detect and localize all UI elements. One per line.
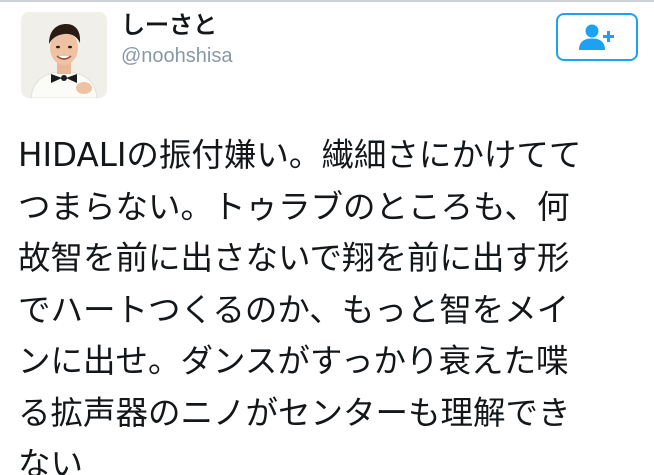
tweet-line: る拡声器のニノがセンターも理解でき <box>18 393 571 432</box>
avatar-image <box>21 12 107 98</box>
tweet-text: HIDALIの振付嫌い。繊細さにかけてて つまらない。トゥラブのところも、何 故… <box>18 130 638 475</box>
follow-button[interactable] <box>556 13 638 61</box>
tweet-line: つまらない。トゥラブのところも、何 <box>18 187 570 226</box>
avatar[interactable] <box>21 12 107 98</box>
display-name[interactable]: しーさと <box>121 10 217 40</box>
add-user-icon <box>579 24 614 50</box>
tweet-line: HIDALIの振付嫌い。繊細さにかけてて <box>18 136 582 174</box>
tweet-line: 故智を前に出さないで翔を前に出す形 <box>18 239 570 277</box>
username[interactable]: @noohshisa <box>121 44 232 68</box>
tweet-line: ンに出せ。ダンスがすっかり衰えた喋 <box>18 342 569 380</box>
tweet-line: ない <box>18 445 84 475</box>
top-divider <box>0 0 654 2</box>
tweet-line: でハートつくるのか、もっと智をメイ <box>18 290 570 329</box>
